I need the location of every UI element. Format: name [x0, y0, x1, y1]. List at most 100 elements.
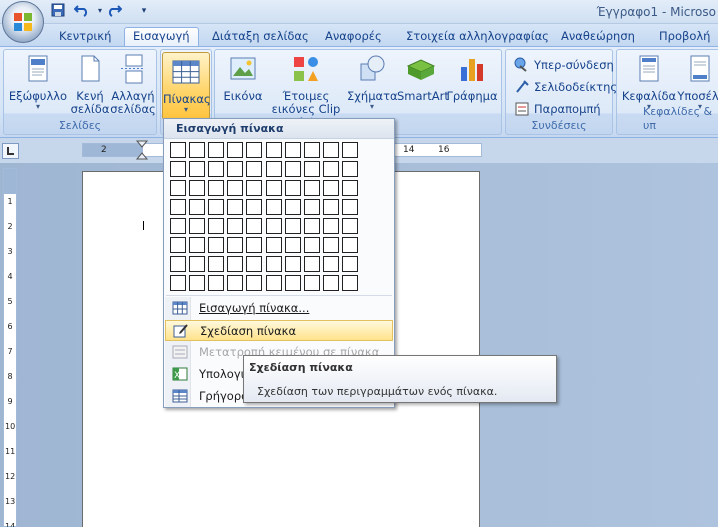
table-grid-cell[interactable]: [227, 275, 244, 291]
table-grid-cell[interactable]: [341, 237, 358, 253]
tab-selector[interactable]: [2, 143, 19, 159]
table-grid-cell[interactable]: [246, 256, 263, 272]
menu-insert-table[interactable]: Εισαγωγή πίνακα...: [165, 298, 393, 319]
smartart-button[interactable]: SmartArt: [397, 54, 449, 103]
header-button[interactable]: Κεφαλίδα ▾: [619, 54, 679, 111]
tab-mailings[interactable]: Στοιχεία αλληλογραφίας: [406, 28, 549, 47]
tab-review[interactable]: Αναθεώρηση: [561, 28, 635, 47]
table-grid-cell[interactable]: [246, 142, 263, 158]
table-grid-cell[interactable]: [227, 237, 244, 253]
table-grid-cell[interactable]: [208, 256, 225, 272]
table-grid-cell[interactable]: [208, 237, 225, 253]
tab-references[interactable]: Αναφορές: [325, 28, 382, 47]
table-grid-cell[interactable]: [227, 218, 244, 234]
table-grid-cell[interactable]: [227, 161, 244, 177]
customize-qat-icon[interactable]: ▾: [136, 3, 152, 19]
table-grid-cell[interactable]: [170, 237, 186, 253]
table-grid-cell[interactable]: [246, 237, 263, 253]
table-grid-cell[interactable]: [341, 275, 358, 291]
table-grid-cell[interactable]: [208, 161, 225, 177]
table-grid-cell[interactable]: [246, 161, 263, 177]
redo-icon[interactable]: [106, 3, 123, 19]
table-grid-cell[interactable]: [170, 161, 186, 177]
office-button[interactable]: [2, 1, 44, 43]
table-grid-cell[interactable]: [265, 256, 282, 272]
table-grid-cell[interactable]: [322, 161, 339, 177]
tab-view[interactable]: Προβολή: [659, 28, 710, 47]
page-break-button[interactable]: Αλλαγή σελίδας: [110, 54, 156, 116]
hyperlink-button[interactable]: Υπερ-σύνδεση: [514, 56, 614, 74]
table-grid-cell[interactable]: [189, 142, 206, 158]
table-grid-cell[interactable]: [322, 142, 339, 158]
table-grid-cell[interactable]: [341, 180, 358, 196]
table-grid-cell[interactable]: [303, 218, 320, 234]
table-grid-cell[interactable]: [227, 142, 244, 158]
table-grid-cell[interactable]: [189, 199, 206, 215]
table-grid-cell[interactable]: [189, 256, 206, 272]
table-grid-cell[interactable]: [246, 199, 263, 215]
table-button[interactable]: Πίνακας ▾: [162, 52, 211, 120]
cross-reference-button[interactable]: Παραπομπή: [514, 100, 601, 118]
table-grid-cell[interactable]: [170, 275, 186, 291]
cover-page-button[interactable]: Εξώφυλλο ▾: [7, 54, 69, 111]
table-grid-cell[interactable]: [284, 218, 301, 234]
table-grid-cell[interactable]: [303, 256, 320, 272]
table-grid-cell[interactable]: [265, 237, 282, 253]
table-grid-cell[interactable]: [208, 218, 225, 234]
table-grid-cell[interactable]: [284, 142, 301, 158]
table-grid-cell[interactable]: [284, 256, 301, 272]
table-grid-cell[interactable]: [341, 142, 358, 158]
table-grid-cell[interactable]: [303, 180, 320, 196]
indent-marker-icon[interactable]: [136, 140, 148, 160]
chart-button[interactable]: Γράφημα: [445, 54, 499, 103]
blank-page-button[interactable]: Κενή σελίδα: [70, 54, 110, 116]
table-grid-cell[interactable]: [246, 275, 263, 291]
table-grid-cell[interactable]: [284, 180, 301, 196]
table-grid-cell[interactable]: [322, 180, 339, 196]
tab-home[interactable]: Κεντρική: [59, 28, 111, 47]
table-grid-cell[interactable]: [208, 142, 225, 158]
table-grid-cell[interactable]: [189, 218, 206, 234]
table-grid-cell[interactable]: [227, 180, 244, 196]
table-grid-cell[interactable]: [322, 237, 339, 253]
undo-icon[interactable]: [73, 3, 90, 19]
table-grid-cell[interactable]: [303, 199, 320, 215]
table-grid-cell[interactable]: [170, 142, 186, 158]
table-grid-cell[interactable]: [265, 180, 282, 196]
table-grid-cell[interactable]: [322, 218, 339, 234]
table-grid-cell[interactable]: [189, 275, 206, 291]
table-grid-cell[interactable]: [341, 218, 358, 234]
table-grid-cell[interactable]: [303, 237, 320, 253]
table-grid-cell[interactable]: [322, 275, 339, 291]
table-grid-cell[interactable]: [322, 199, 339, 215]
table-grid-cell[interactable]: [227, 199, 244, 215]
table-grid-cell[interactable]: [303, 161, 320, 177]
table-grid-cell[interactable]: [189, 161, 206, 177]
table-grid-cell[interactable]: [265, 161, 282, 177]
table-grid-cell[interactable]: [208, 180, 225, 196]
table-grid-cell[interactable]: [208, 275, 225, 291]
table-grid-cell[interactable]: [341, 161, 358, 177]
menu-draw-table[interactable]: Σχεδίαση πίνακα: [165, 320, 393, 341]
picture-button[interactable]: Εικόνα: [220, 54, 266, 103]
bookmark-button[interactable]: Σελιδοδείκτης: [514, 78, 617, 96]
table-grid-cell[interactable]: [170, 199, 186, 215]
table-grid-cell[interactable]: [189, 237, 206, 253]
shapes-button[interactable]: Σχήματα ▾: [347, 54, 398, 111]
table-grid-cell[interactable]: [284, 237, 301, 253]
table-grid-cell[interactable]: [208, 199, 225, 215]
vertical-ruler[interactable]: 1 2 3 4 5 6 7 8 9 10 11 12 13 14: [3, 168, 17, 527]
table-grid-cell[interactable]: [265, 142, 282, 158]
table-grid-cell[interactable]: [170, 218, 186, 234]
table-grid-cell[interactable]: [322, 256, 339, 272]
table-grid-cell[interactable]: [170, 180, 186, 196]
table-grid-cell[interactable]: [265, 199, 282, 215]
table-grid-cell[interactable]: [303, 142, 320, 158]
table-grid-cell[interactable]: [265, 275, 282, 291]
save-icon[interactable]: [50, 3, 66, 19]
table-grid-cell[interactable]: [303, 275, 320, 291]
table-grid-cell[interactable]: [341, 199, 358, 215]
table-grid-cell[interactable]: [284, 161, 301, 177]
table-grid-cell[interactable]: [189, 180, 206, 196]
table-grid-cell[interactable]: [284, 199, 301, 215]
